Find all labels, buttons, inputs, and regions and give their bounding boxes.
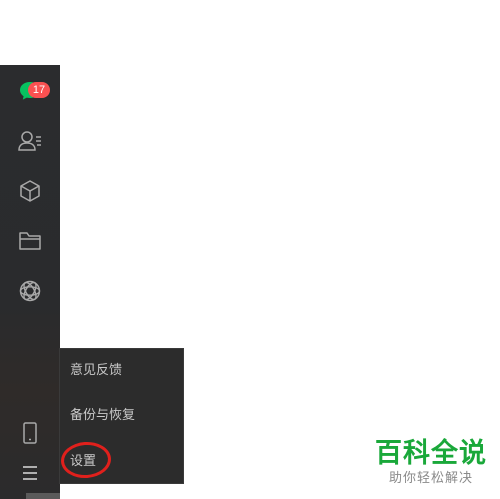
aperture-icon <box>18 279 42 303</box>
sidebar-item-menu[interactable] <box>0 451 60 495</box>
sidebar-item-files[interactable] <box>0 219 60 263</box>
phone-icon <box>22 421 38 445</box>
sidebar: 17 <box>0 65 60 499</box>
contacts-icon <box>17 129 43 153</box>
watermark-title: 百科全说 <box>375 438 487 469</box>
sidebar-item-moments[interactable] <box>0 269 60 313</box>
hamburger-menu-icon <box>20 464 40 482</box>
cube-icon <box>18 179 42 203</box>
folder-icon <box>18 230 42 252</box>
sidebar-item-contacts[interactable] <box>0 119 60 163</box>
sidebar-item-collections[interactable] <box>0 169 60 213</box>
sidebar-item-chats[interactable]: 17 <box>0 69 60 113</box>
menu-item-feedback[interactable]: 意见反馈 <box>60 351 183 391</box>
watermark-logo: 百科全说 助你轻松解决 <box>372 438 490 488</box>
menu-item-backup-restore[interactable]: 备份与恢复 <box>60 396 183 436</box>
sidebar-item-phone[interactable] <box>0 411 60 455</box>
bottom-edge-strip <box>26 493 60 499</box>
settings-popup-menu: 意见反馈 备份与恢复 设置 <box>60 349 183 483</box>
menu-item-settings[interactable]: 设置 <box>60 442 183 482</box>
watermark-subtitle: 助你轻松解决 <box>388 471 473 486</box>
unread-count-badge: 17 <box>28 82 50 98</box>
